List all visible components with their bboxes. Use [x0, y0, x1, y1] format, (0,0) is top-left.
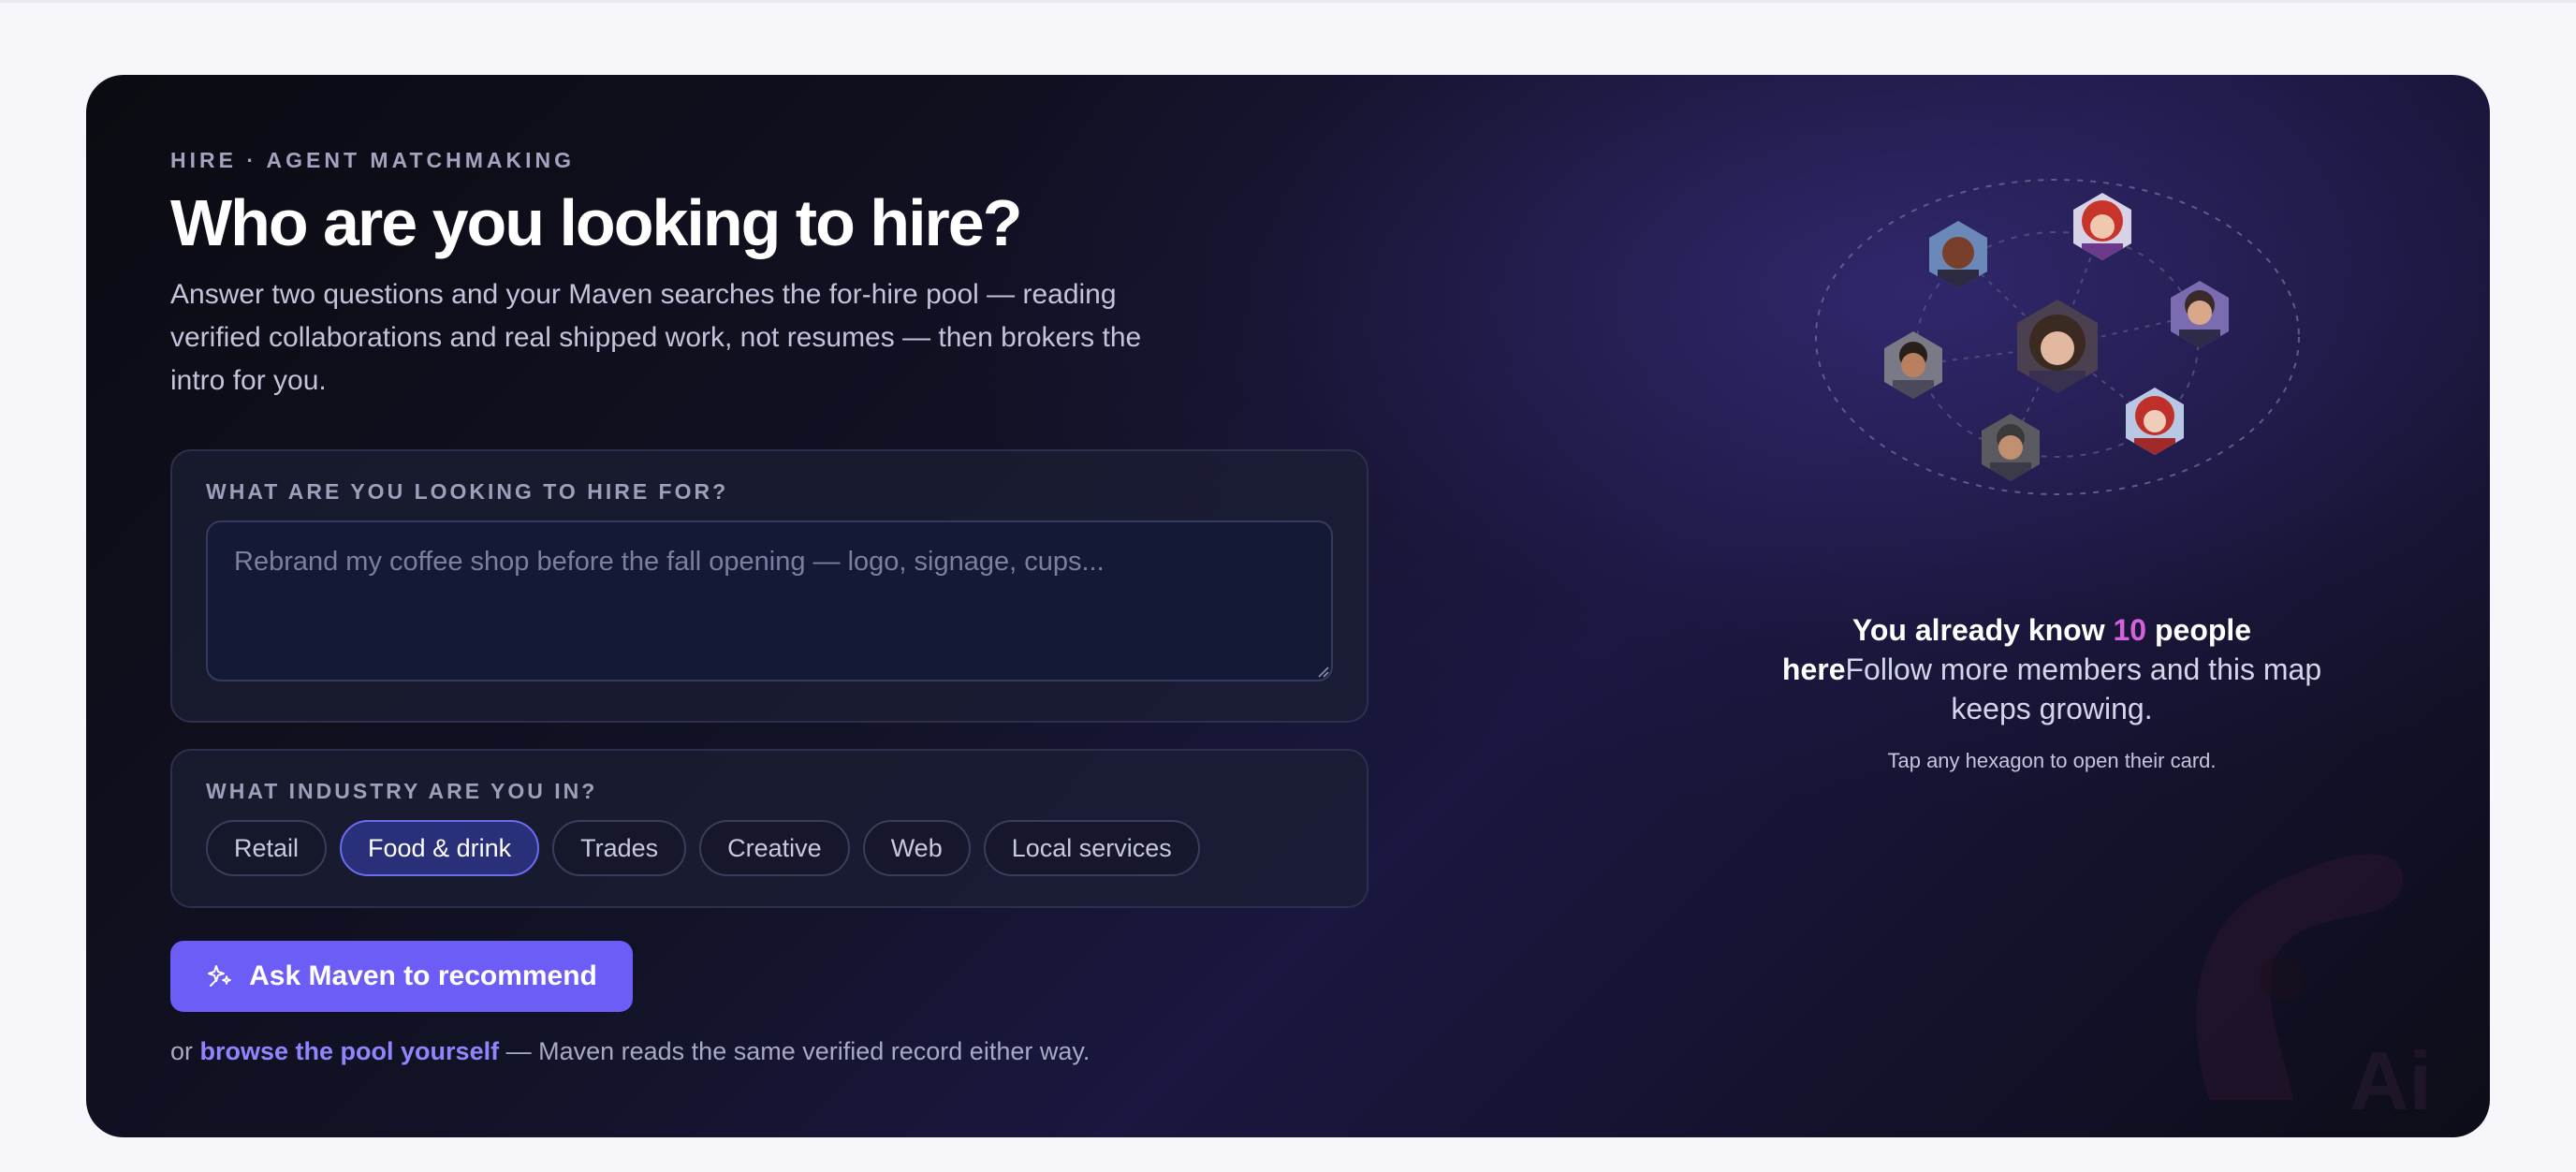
hire-for-panel: WHAT ARE YOU LOOKING TO HIRE FOR?: [170, 449, 1368, 723]
sparkle-icon: [208, 965, 232, 987]
hire-for-label: WHAT ARE YOU LOOKING TO HIRE FOR?: [206, 479, 729, 504]
industry-label: WHAT INDUSTRY ARE YOU IN?: [206, 779, 598, 803]
ask-maven-label: Ask Maven to recommend: [249, 960, 597, 991]
avatar-hex-2[interactable]: [2069, 191, 2136, 262]
browse-footer: or browse the pool yourself — Maven read…: [170, 1037, 1090, 1066]
footer-prefix: or: [170, 1037, 194, 1065]
network-count: 10: [2113, 613, 2147, 647]
page-title: Who are you looking to hire?: [170, 186, 1022, 259]
network-summary: You already know 10 people hereFollow mo…: [1780, 610, 2323, 728]
avatar-hex-4[interactable]: [1880, 330, 1947, 401]
industry-chip-food-drink[interactable]: Food & drink: [340, 820, 540, 876]
hire-card: HIRE · AGENT MATCHMAKING Who are you loo…: [86, 75, 2490, 1137]
industry-chip-group: Retail Food & drink Trades Creative Web …: [206, 820, 1200, 876]
avatar-hex-3[interactable]: [2166, 279, 2233, 350]
eyebrow-label: HIRE · AGENT MATCHMAKING: [170, 148, 576, 172]
industry-chip-web[interactable]: Web: [862, 820, 971, 876]
network-lead: You already know: [1852, 613, 2105, 647]
ask-maven-button[interactable]: Ask Maven to recommend: [170, 941, 633, 1012]
industry-panel: WHAT INDUSTRY ARE YOU IN? Retail Food & …: [170, 749, 1368, 908]
industry-chip-creative[interactable]: Creative: [699, 820, 850, 876]
avatar-hex-1[interactable]: [1925, 219, 1992, 290]
network-rest: Follow more members and this map keeps g…: [1845, 652, 2322, 725]
avatar-hex-5[interactable]: [2121, 386, 2188, 457]
footer-suffix: — Maven reads the same verified record e…: [505, 1037, 1090, 1065]
top-divider: [0, 0, 2576, 3]
avatar-hex-center[interactable]: [2011, 298, 2104, 395]
industry-chip-local-services[interactable]: Local services: [983, 820, 1200, 876]
resize-grip-icon[interactable]: [1316, 665, 1329, 678]
industry-chip-trades[interactable]: Trades: [552, 820, 687, 876]
page-subtitle: Answer two questions and your Maven sear…: [170, 279, 1142, 396]
browse-pool-link[interactable]: browse the pool yourself: [200, 1037, 500, 1065]
ai-logo-watermark: Ai: [2196, 854, 2432, 1127]
svg-text:Ai: Ai: [2349, 1034, 2432, 1127]
industry-chip-retail[interactable]: Retail: [206, 820, 328, 876]
hire-for-textarea[interactable]: [206, 520, 1333, 681]
avatar-hex-6[interactable]: [1977, 412, 2044, 483]
network-hint: Tap any hexagon to open their card.: [1887, 749, 2217, 772]
